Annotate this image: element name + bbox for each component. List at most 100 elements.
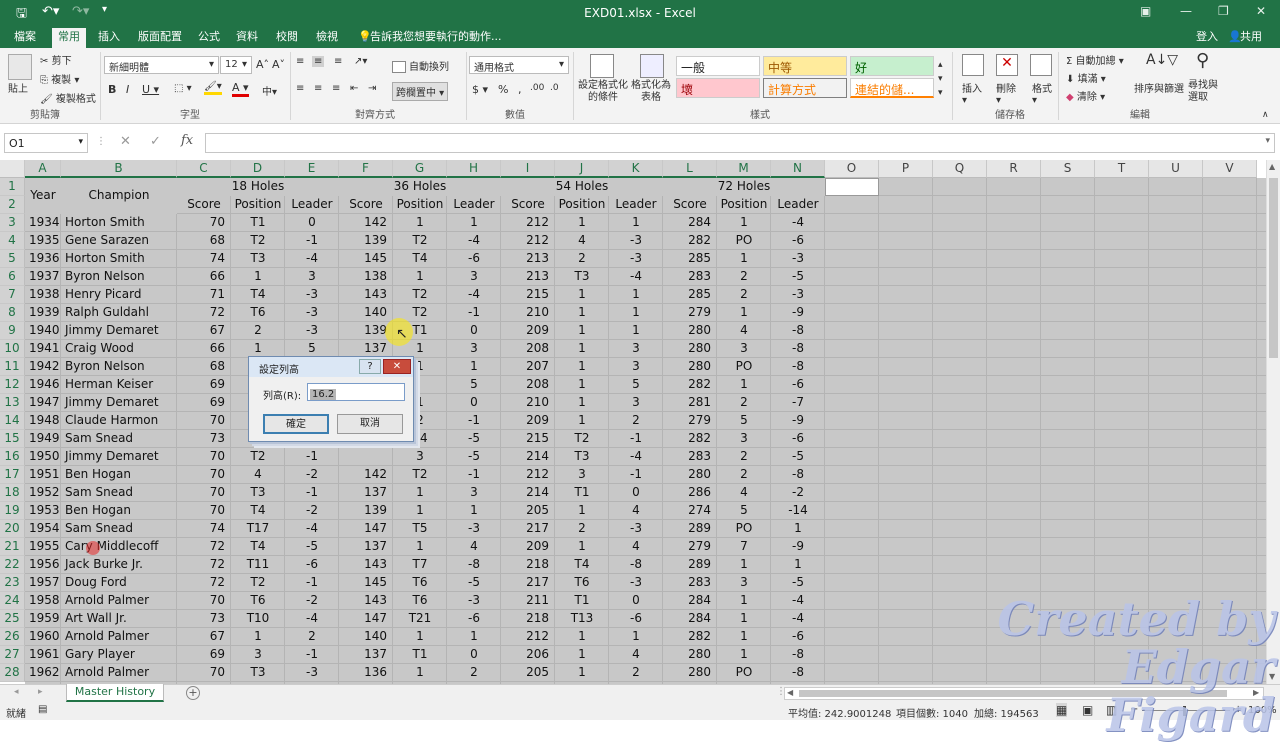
orientation-icon[interactable]: ↗▾ xyxy=(354,56,367,67)
style-calculation[interactable]: 計算方式 xyxy=(763,78,847,98)
row-header[interactable]: 8 xyxy=(0,304,25,322)
style-bad[interactable]: 壞 xyxy=(676,78,760,98)
column-header-f[interactable]: F xyxy=(339,160,393,178)
column-header-m[interactable]: M xyxy=(717,160,771,178)
fill-button[interactable]: ⬇ 填滿 ▾ xyxy=(1066,70,1106,85)
row-header[interactable]: 28 xyxy=(0,664,25,682)
column-header-e[interactable]: E xyxy=(285,160,339,178)
style-linked-cell[interactable]: 連結的儲... xyxy=(850,78,934,98)
collapse-ribbon-icon[interactable]: ∧ xyxy=(1262,110,1269,120)
row-header[interactable]: 13 xyxy=(0,394,25,412)
tab-data[interactable]: 資料 xyxy=(230,29,264,48)
paste-button[interactable]: 貼上 xyxy=(8,80,28,95)
copy-button[interactable]: ⎘ 複製 ▾ xyxy=(40,71,79,86)
middle-align-icon[interactable]: ≡ xyxy=(312,56,325,67)
decrease-decimal-icon[interactable]: .0 xyxy=(550,83,559,93)
column-header-u[interactable]: U xyxy=(1149,160,1203,178)
clear-button[interactable]: ◆ 清除 ▾ xyxy=(1066,88,1105,103)
column-header-g[interactable]: G xyxy=(393,160,447,178)
row-header[interactable]: 23 xyxy=(0,574,25,592)
row-header[interactable]: 7 xyxy=(0,286,25,304)
vertical-scroll-thumb[interactable] xyxy=(1269,178,1278,358)
column-header-b[interactable]: B xyxy=(61,160,177,178)
insert-function-icon[interactable]: fx xyxy=(181,133,193,148)
column-header-d[interactable]: D xyxy=(231,160,285,178)
tab-formulas[interactable]: 公式 xyxy=(192,29,226,48)
shrink-font-icon[interactable]: A˅ xyxy=(272,58,285,71)
wrap-text-button[interactable]: 自動換列 xyxy=(392,58,449,73)
column-header-c[interactable]: C xyxy=(177,160,231,178)
row-header[interactable]: 24 xyxy=(0,592,25,610)
row-header[interactable]: 26 xyxy=(0,628,25,646)
style-neutral[interactable]: 中等 xyxy=(763,56,847,76)
column-header-j[interactable]: J xyxy=(555,160,609,178)
row-header[interactable]: 18 xyxy=(0,484,25,502)
increase-decimal-icon[interactable]: .00 xyxy=(530,83,544,93)
decrease-indent-icon[interactable]: ⇤ xyxy=(350,83,358,94)
row-header[interactable]: 22 xyxy=(0,556,25,574)
row-header[interactable]: 9 xyxy=(0,322,25,340)
column-header-r[interactable]: R xyxy=(987,160,1041,178)
name-box[interactable]: O1 ▾ xyxy=(4,133,88,153)
tab-view[interactable]: 檢視 xyxy=(310,29,344,48)
cut-button[interactable]: ✂ 剪下 xyxy=(40,52,72,67)
column-header-q[interactable]: Q xyxy=(933,160,987,178)
maximize-icon[interactable]: ❐ xyxy=(1218,4,1229,18)
help-button[interactable]: ? xyxy=(359,359,381,374)
row-header[interactable]: 1 xyxy=(0,178,25,196)
column-header-p[interactable]: P xyxy=(879,160,933,178)
select-all-corner[interactable] xyxy=(0,160,25,178)
increase-indent-icon[interactable]: ⇥ xyxy=(368,83,376,94)
scroll-left-icon[interactable]: ◀ xyxy=(787,688,793,697)
fill-color-icon[interactable]: 🖌▾ xyxy=(204,81,222,95)
row-header[interactable]: 16 xyxy=(0,448,25,466)
active-cell[interactable] xyxy=(825,178,879,196)
find-select-button[interactable]: 尋找與選取 xyxy=(1188,80,1222,104)
sort-filter-button[interactable]: 排序與篩選 xyxy=(1134,80,1184,95)
column-header-n[interactable]: N xyxy=(771,160,825,178)
row-header[interactable]: 20 xyxy=(0,520,25,538)
percent-icon[interactable]: % xyxy=(498,83,508,96)
border-icon[interactable]: ⬚ ▾ xyxy=(174,83,192,94)
grow-font-icon[interactable]: A˄ xyxy=(256,58,269,71)
bottom-align-icon[interactable]: ≡ xyxy=(334,56,342,67)
top-align-icon[interactable]: ≡ xyxy=(296,56,304,67)
row-header[interactable]: 11 xyxy=(0,358,25,376)
row-header[interactable]: 2 xyxy=(0,196,25,214)
font-size-select[interactable]: 12 ▾ xyxy=(220,56,252,74)
dialog-close-button[interactable]: ✕ xyxy=(383,359,411,374)
next-sheet-icon[interactable]: ▸ xyxy=(38,687,43,697)
row-header[interactable]: 15 xyxy=(0,430,25,448)
row-header[interactable]: 17 xyxy=(0,466,25,484)
tab-page-layout[interactable]: 版面配置 xyxy=(132,29,188,48)
tab-file[interactable]: 檔案 xyxy=(8,29,42,48)
cancel-button[interactable]: 取消 xyxy=(337,414,403,434)
cancel-entry-icon[interactable]: ✕ xyxy=(120,134,131,149)
column-header-i[interactable]: I xyxy=(501,160,555,178)
row-header[interactable]: 10 xyxy=(0,340,25,358)
row-header[interactable]: 6 xyxy=(0,268,25,286)
styles-scroll-icon[interactable]: ▴ ▾ ▾ xyxy=(938,58,943,100)
row-header[interactable]: 19 xyxy=(0,502,25,520)
currency-icon[interactable]: $ ▾ xyxy=(472,83,488,96)
paste-icon[interactable] xyxy=(8,54,32,80)
left-align-icon[interactable]: ≡ xyxy=(296,83,304,94)
column-header-s[interactable]: S xyxy=(1041,160,1095,178)
sheet-tab-master-history[interactable]: Master History xyxy=(66,684,164,702)
column-header-v[interactable]: V xyxy=(1203,160,1257,178)
column-header-t[interactable]: T xyxy=(1095,160,1149,178)
font-name-select[interactable]: 新細明體 ▾ xyxy=(104,56,219,74)
column-header-o[interactable]: O xyxy=(825,160,879,178)
column-header-h[interactable]: H xyxy=(447,160,501,178)
formula-input[interactable]: ▾ xyxy=(205,133,1275,153)
conditional-format-button[interactable]: 設定格式化的條件 xyxy=(578,80,628,104)
bold-icon[interactable]: B xyxy=(108,83,116,96)
scroll-up-icon[interactable]: ▲ xyxy=(1269,162,1275,171)
format-table-button[interactable]: 格式化為表格 xyxy=(630,80,672,104)
new-sheet-icon[interactable]: + xyxy=(186,686,200,700)
format-painter-button[interactable]: 🖌 複製格式 xyxy=(40,90,96,105)
format-cells-button[interactable]: 格式 ▾ xyxy=(1032,80,1052,106)
row-header[interactable]: 21 xyxy=(0,538,25,556)
tab-review[interactable]: 校閱 xyxy=(270,29,304,48)
share-button[interactable]: 共用 xyxy=(1234,29,1268,48)
